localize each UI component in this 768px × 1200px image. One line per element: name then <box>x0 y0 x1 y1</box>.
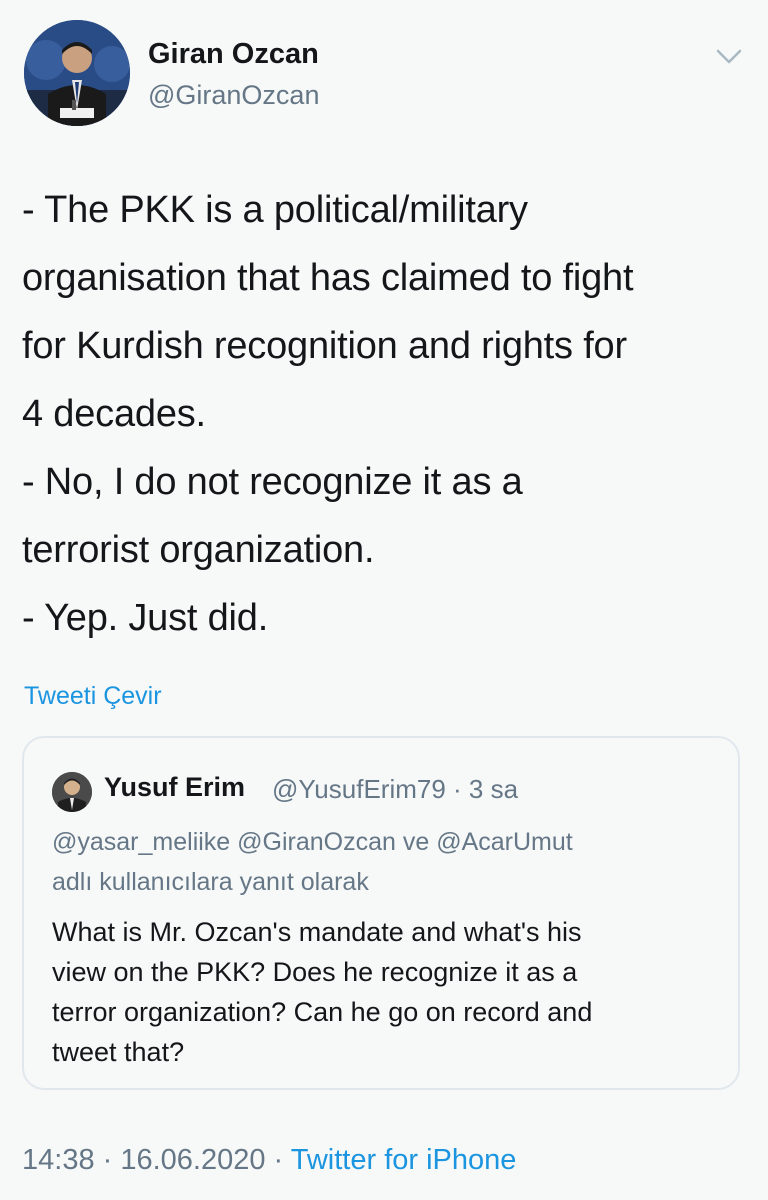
tweet-text-line: - Yep. Just did. <box>22 597 269 639</box>
reply-context-line: @yasar_meliike @GiranOzcan ve @AcarUmut <box>52 828 573 856</box>
quoted-tweet[interactable]: Yusuf Erim @YusufErim79 · 3 sa @yasar_me… <box>22 736 740 1090</box>
tweet-text-line: - No, I do not recognize it as a <box>22 461 523 503</box>
quoted-text-line: terror organization? Can he go on record… <box>52 997 593 1027</box>
tweet-timestamp[interactable]: 14:38 · 16.06.2020 · <box>22 1144 291 1176</box>
tweet-text-line: 4 decades. <box>22 393 206 435</box>
translate-tweet-link[interactable]: Tweeti Çevir <box>24 682 162 711</box>
quoted-author-handle-time: @YusufErim79 · 3 sa <box>272 774 519 804</box>
tweet-text-line: organisation that has claimed to fight <box>22 257 634 299</box>
tweet-text: - The PKK is a political/military organi… <box>22 176 752 652</box>
tweet-meta: 14:38 · 16.06.2020 · Twitter for iPhone <box>22 1144 516 1177</box>
author-handle[interactable]: @GiranOzcan <box>148 80 319 111</box>
author-avatar[interactable] <box>24 20 130 126</box>
chevron-down-icon[interactable] <box>714 44 744 68</box>
tweet-text-line: for Kurdish recognition and rights for <box>22 325 627 367</box>
tweet-text-line: - The PKK is a political/military <box>22 189 528 231</box>
author-name[interactable]: Giran Ozcan <box>148 38 319 71</box>
quoted-author-name: Yusuf Erim <box>104 772 246 802</box>
quoted-tweet-text: What is Mr. Ozcan's mandate and what's h… <box>52 912 732 1072</box>
reply-context-line: adlı kullanıcılara yanıt olarak <box>52 868 369 896</box>
quoted-reply-context: @yasar_meliike @GiranOzcan ve @AcarUmut … <box>52 822 722 902</box>
quoted-text-line: tweet that? <box>52 1037 185 1067</box>
tweet-text-line: terrorist organization. <box>22 529 375 571</box>
quoted-author-avatar <box>52 772 92 812</box>
quoted-text-line: What is Mr. Ozcan's mandate and what's h… <box>52 917 582 947</box>
tweet-source-link[interactable]: Twitter for iPhone <box>291 1144 517 1176</box>
quoted-text-line: view on the PKK? Does he recognize it as… <box>52 957 578 987</box>
tweet-card: Giran Ozcan @GiranOzcan - The PKK is a p… <box>0 0 768 1200</box>
author-avatar-image <box>24 20 130 126</box>
